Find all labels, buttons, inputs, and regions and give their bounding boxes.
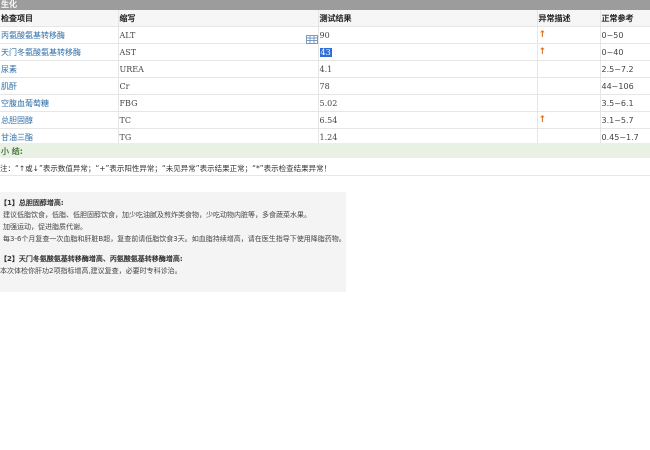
- advice-line: 加强运动，促进脂质代谢。: [3, 223, 87, 231]
- row-name[interactable]: 肌酐: [0, 77, 119, 95]
- table-row: 尿素 UREA 4.1 2.5~7.2: [0, 60, 650, 78]
- selected-value[interactable]: 43: [319, 47, 332, 57]
- table-row: 肌酐 Cr 78 44~106: [0, 77, 650, 95]
- row-code: UREA: [118, 60, 319, 78]
- row-value: 78: [318, 77, 538, 95]
- row-abnormal: ↑: [537, 26, 601, 44]
- table-row: 天门冬氨酸氨基转移酶 AST 43 ↑ 0~40: [0, 43, 650, 61]
- window-title: 生化: [1, 0, 17, 9]
- up-arrow-icon: ↑: [538, 47, 547, 57]
- row-reference: 3.1~5.7: [600, 111, 650, 129]
- advice-heading: 【2】天门冬氨酸氨基转移酶增高、丙氨酸氨基转移酶增高:: [0, 255, 183, 263]
- row-reference: 0~40: [600, 43, 650, 61]
- row-reference: 0~50: [600, 26, 650, 44]
- row-abnormal: ↑: [537, 111, 601, 129]
- header-abnormal: 异常描述: [537, 10, 601, 27]
- window-titlebar: 生化: [0, 0, 650, 10]
- row-code: AST: [118, 43, 319, 61]
- row-abnormal: [537, 60, 601, 78]
- row-value: 90: [318, 26, 538, 44]
- lab-results-table: 检查项目 缩写 测试结果 异常描述 正常参考 丙氨酸氨基转移酶 ALT 90 ↑…: [0, 10, 650, 146]
- header-reference: 正常参考: [600, 10, 650, 27]
- row-name[interactable]: 天门冬氨酸氨基转移酶: [0, 43, 119, 61]
- row-name[interactable]: 丙氨酸氨基转移酶: [0, 26, 119, 44]
- row-reference: 3.5~6.1: [600, 94, 650, 112]
- table-cell-icon[interactable]: [306, 35, 318, 44]
- advice-heading: 【1】总胆固醇增高:: [0, 199, 64, 207]
- row-reference: 2.5~7.2: [600, 60, 650, 78]
- row-name[interactable]: 空腹血葡萄糖: [0, 94, 119, 112]
- header-value: 测试结果: [318, 10, 538, 27]
- legend-note-text: 注：“↑或↓”表示数值异常；“+”表示阳性异常；“未见异常”表示结果正常；“*”…: [0, 164, 332, 173]
- summary-label: 小 结:: [1, 147, 23, 156]
- row-name[interactable]: 尿素: [0, 60, 119, 78]
- row-value[interactable]: 43: [318, 43, 538, 61]
- advice-line: 每3-6个月复查一次血脂和肝脏B超，复查前请低脂饮食3天。如血脂持续增高，请在医…: [3, 235, 346, 243]
- row-abnormal: ↑: [537, 43, 601, 61]
- table-header-row: 检查项目 缩写 测试结果 异常描述 正常参考: [0, 10, 650, 27]
- row-abnormal: [537, 94, 601, 112]
- up-arrow-icon: ↑: [538, 30, 547, 40]
- row-code: ALT: [118, 26, 319, 44]
- row-code: Cr: [118, 77, 319, 95]
- health-advice-panel: 【1】总胆固醇增高: 建议低脂饮食，低脂、低胆固醇饮食，加少吃油腻及煎炸类食物，…: [0, 192, 346, 292]
- up-arrow-icon: ↑: [538, 115, 547, 125]
- table-row: 总胆固醇 TC 6.54 ↑ 3.1~5.7: [0, 111, 650, 129]
- row-code: FBG: [118, 94, 319, 112]
- table-row: 空腹血葡萄糖 FBG 5.02 3.5~6.1: [0, 94, 650, 112]
- row-abnormal: [537, 77, 601, 95]
- header-code: 缩写: [118, 10, 319, 27]
- row-value: 4.1: [318, 60, 538, 78]
- row-code: TC: [118, 111, 319, 129]
- row-reference: 44~106: [600, 77, 650, 95]
- advice-line: 建议低脂饮食，低脂、低胆固醇饮食，加少吃油腻及煎炸类食物，少吃动物内脏等，多食蔬…: [3, 211, 311, 219]
- legend-note: 注：“↑或↓”表示数值异常；“+”表示阳性异常；“未见异常”表示结果正常；“*”…: [0, 159, 650, 176]
- row-value: 5.02: [318, 94, 538, 112]
- row-name[interactable]: 总胆固醇: [0, 111, 119, 129]
- row-value: 6.54: [318, 111, 538, 129]
- table-row: 丙氨酸氨基转移酶 ALT 90 ↑ 0~50: [0, 26, 650, 44]
- header-name: 检查项目: [0, 10, 119, 27]
- summary-row: 小 结:: [0, 143, 650, 158]
- advice-line: 本次体检你肝功2项指标增高,建议复查，必要时专科诊治。: [0, 267, 182, 275]
